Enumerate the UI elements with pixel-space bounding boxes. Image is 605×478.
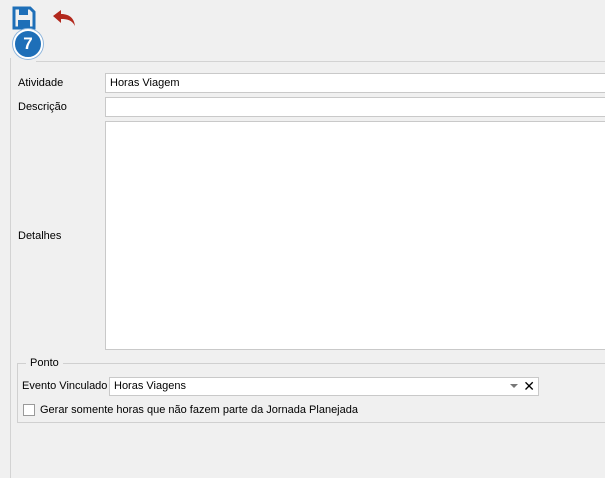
left-border-line <box>10 58 11 478</box>
save-button[interactable] <box>12 6 36 30</box>
chevron-down-icon[interactable] <box>510 384 518 388</box>
detalhes-textarea[interactable] <box>105 121 605 350</box>
toolbar-separator <box>36 61 605 62</box>
step-number-badge: 7 <box>13 29 43 59</box>
atividade-label: Atividade <box>18 77 64 89</box>
descricao-field[interactable] <box>105 97 605 117</box>
clear-icon[interactable]: ✕ <box>523 378 535 395</box>
gerar-somente-horas-checkbox[interactable] <box>23 404 35 416</box>
undo-button[interactable] <box>50 8 78 30</box>
ponto-legend: Ponto <box>26 357 63 369</box>
floppy-disk-icon <box>12 6 36 30</box>
evento-vinculado-value: Horas Viagens <box>114 380 186 392</box>
gerar-somente-horas-label[interactable]: Gerar somente horas que não fazem parte … <box>40 404 358 416</box>
undo-arrow-icon <box>53 10 75 26</box>
detalhes-label: Detalhes <box>18 230 62 242</box>
evento-vinculado-label: Evento Vinculado <box>22 380 108 392</box>
atividade-field[interactable]: Horas Viagem <box>105 73 605 93</box>
evento-vinculado-combobox[interactable]: Horas Viagens ✕ <box>109 377 539 396</box>
descricao-label: Descrição <box>18 101 67 113</box>
